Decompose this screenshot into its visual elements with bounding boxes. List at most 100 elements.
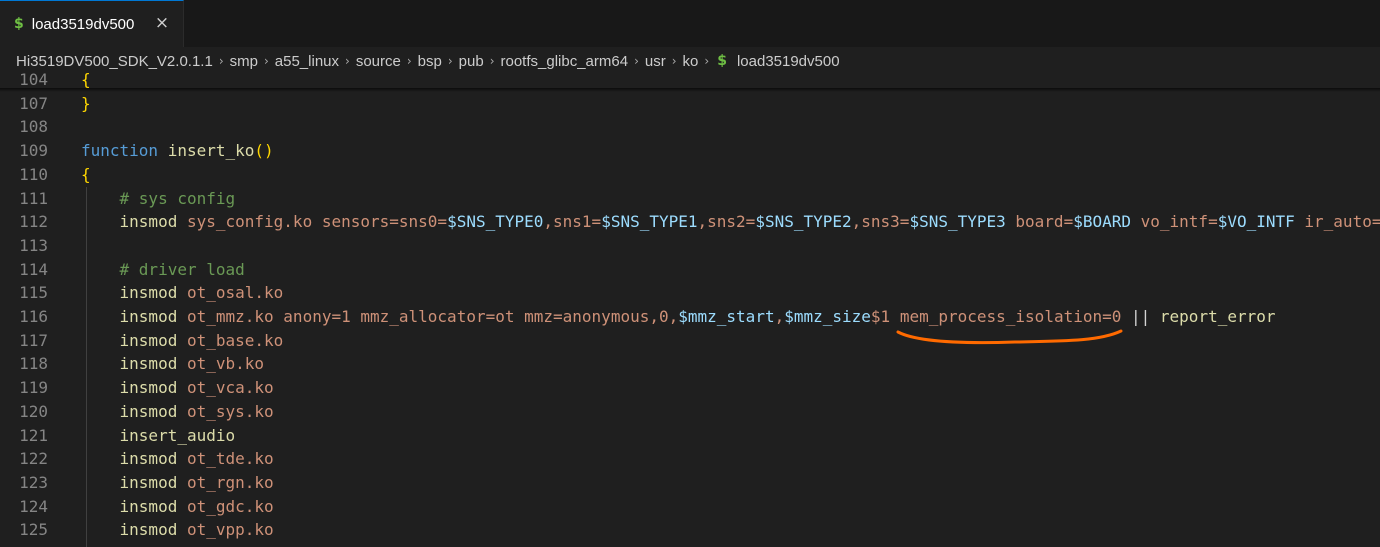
token: ot_gdc.ko bbox=[186, 496, 274, 516]
code-line[interactable]: insmod ot_vi.ko bbox=[0, 542, 1380, 547]
token: # sys config bbox=[119, 188, 236, 208]
token: ot_sys.ko bbox=[186, 401, 274, 421]
line-number: 118 bbox=[19, 354, 48, 374]
chevron-right-icon: › bbox=[489, 54, 495, 68]
close-icon[interactable]: × bbox=[153, 14, 171, 32]
token: ot_osal.ko bbox=[186, 283, 284, 303]
code-line[interactable]: 107} bbox=[0, 92, 1380, 116]
code-line[interactable]: 120 insmod ot_sys.ko bbox=[0, 400, 1380, 424]
line-number: 115 bbox=[19, 283, 48, 303]
chevron-right-icon: › bbox=[671, 54, 677, 68]
code-line[interactable]: 112 insmod sys_config.ko sensors=sns0=$S… bbox=[0, 210, 1380, 234]
code-line[interactable]: 114 # driver load bbox=[0, 258, 1380, 282]
code-line[interactable]: 109 function insert_ko() bbox=[0, 139, 1380, 163]
token: insmod bbox=[119, 212, 178, 232]
line-number: 116 bbox=[19, 307, 48, 326]
code-line[interactable]: 117 insmod ot_base.ko bbox=[0, 329, 1380, 353]
code-text: function insert_ko() bbox=[81, 139, 274, 163]
line-number: 120 bbox=[19, 401, 48, 421]
code-line[interactable]: 115 insmod ot_osal.ko bbox=[0, 281, 1380, 305]
line-number: 114 bbox=[19, 259, 48, 279]
code-text: insmod ot_tde.ko bbox=[81, 447, 274, 471]
breadcrumb-file[interactable]: load3519dv500 bbox=[737, 53, 840, 70]
code-text: } bbox=[81, 92, 91, 116]
token: $mmz_start bbox=[678, 307, 775, 326]
token: insmod bbox=[119, 283, 178, 303]
code-line[interactable]: 110 { bbox=[0, 163, 1380, 187]
code-line[interactable]: 124 insmod ot_gdc.ko bbox=[0, 495, 1380, 519]
token: || bbox=[1121, 307, 1160, 326]
line-number: 124 bbox=[19, 496, 48, 516]
token: insmod bbox=[119, 354, 178, 374]
token: $SNS_TYPE1 bbox=[601, 212, 698, 232]
token: insert_audio bbox=[119, 425, 236, 445]
breadcrumb-item[interactable]: source bbox=[356, 53, 401, 70]
token: # driver load bbox=[119, 259, 245, 279]
chevron-right-icon: › bbox=[447, 54, 453, 68]
code-line[interactable]: 121 insert_audio bbox=[0, 424, 1380, 448]
token: () bbox=[254, 141, 274, 161]
code-text: insmod ot_base.ko bbox=[81, 329, 284, 353]
annotation-underline bbox=[896, 329, 1123, 345]
token: insert_ko bbox=[167, 141, 255, 161]
breadcrumb-item[interactable]: usr bbox=[645, 53, 666, 70]
token: insmod bbox=[119, 307, 178, 326]
line-number: 107 bbox=[19, 93, 48, 113]
token: { bbox=[81, 164, 91, 184]
token: ot_base.ko bbox=[186, 330, 284, 350]
code-text: { bbox=[81, 163, 91, 187]
line-number: 119 bbox=[19, 378, 48, 398]
breadcrumb-item[interactable]: rootfs_glibc_arm64 bbox=[501, 53, 629, 70]
tab-load3519dv500[interactable]: $ load3519dv500 × bbox=[0, 0, 184, 47]
breadcrumb-item[interactable]: a55_linux bbox=[275, 53, 339, 70]
breadcrumb-item[interactable]: ko bbox=[683, 53, 699, 70]
breadcrumb-item[interactable]: Hi3519DV500_SDK_V2.0.1.1 bbox=[16, 53, 213, 70]
code-line[interactable]: 111 # sys config bbox=[0, 187, 1380, 211]
code-line[interactable]: 123 insmod ot_rgn.ko bbox=[0, 471, 1380, 495]
token: ot_vpp.ko bbox=[186, 520, 274, 540]
code-text: insmod ot_vca.ko bbox=[81, 376, 274, 400]
code-line[interactable]: 118 insmod ot_vb.ko bbox=[0, 352, 1380, 376]
token: insmod bbox=[119, 520, 178, 540]
token: ot_mmz.ko anony=1 mmz_allocator=ot mmz=a… bbox=[186, 307, 679, 326]
line-number: 117 bbox=[19, 330, 48, 350]
token: { bbox=[81, 70, 91, 89]
editor-tab-bar: $ load3519dv500 × bbox=[0, 0, 1380, 48]
token: board= bbox=[1005, 212, 1074, 232]
code-line[interactable]: 119 insmod ot_vca.ko bbox=[0, 376, 1380, 400]
code-text: insmod ot_vpp.ko bbox=[81, 518, 274, 542]
code-editor[interactable]: 104{107} 108 109 function insert_ko() 110{11… bbox=[0, 68, 1380, 547]
code-line[interactable]: 122 insmod ot_tde.ko bbox=[0, 447, 1380, 471]
chevron-right-icon: › bbox=[218, 54, 224, 68]
line-number: 121 bbox=[19, 425, 48, 445]
indent-guide bbox=[86, 186, 87, 547]
line-number: 110 bbox=[19, 164, 48, 184]
token: insmod bbox=[119, 330, 178, 350]
dollar-icon: $ bbox=[717, 53, 727, 69]
token: $SNS_TYPE2 bbox=[755, 212, 852, 232]
breadcrumb-item[interactable]: bsp bbox=[418, 53, 442, 70]
code-text: insmod ot_rgn.ko bbox=[81, 471, 274, 495]
breadcrumb-item[interactable]: smp bbox=[230, 53, 258, 70]
token: $mmz_size bbox=[784, 307, 871, 326]
tab-label: load3519dv500 bbox=[31, 15, 135, 33]
code-line[interactable]: 108 bbox=[0, 115, 1380, 139]
token: insmod bbox=[119, 449, 178, 469]
code-text: insmod ot_vb.ko bbox=[81, 352, 265, 376]
token: ot_vb.ko bbox=[186, 354, 265, 374]
token: function bbox=[81, 141, 159, 161]
code-line[interactable]: 113 bbox=[0, 234, 1380, 258]
token: $SNS_TYPE3 bbox=[909, 212, 1006, 232]
code-line[interactable]: 125 insmod ot_vpp.ko bbox=[0, 518, 1380, 542]
code-line[interactable]: 116 insmod ot_mmz.ko anony=1 mmz_allocat… bbox=[0, 305, 1380, 329]
line-number: 113 bbox=[19, 235, 48, 255]
breadcrumb-item[interactable]: pub bbox=[459, 53, 484, 70]
